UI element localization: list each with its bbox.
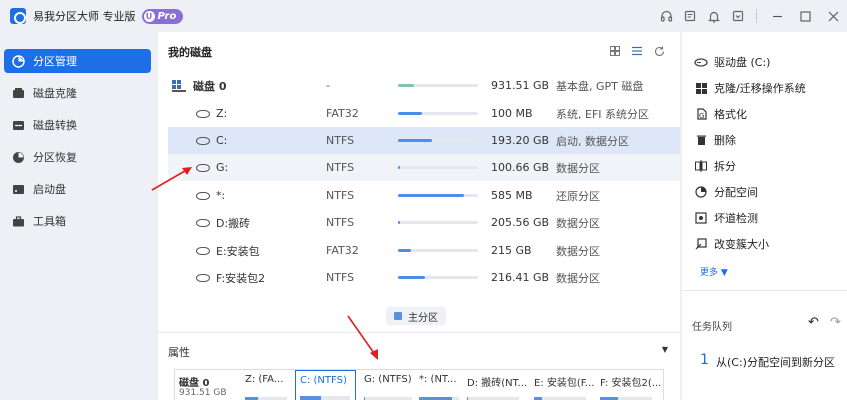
partition-row[interactable]: G: NTFS 100.66 GB 数据分区 (168, 154, 680, 181)
op-clone-os[interactable]: 克隆/迁移操作系统 (694, 79, 806, 97)
pro-badge: U Pro (141, 8, 184, 24)
op-allocate-space[interactable]: 分配空间 (694, 183, 758, 201)
boot-disk-icon (11, 182, 25, 196)
selected-drive-header: 驱动盘 (C:) (694, 53, 770, 71)
usage-bar (398, 84, 478, 87)
op-split[interactable]: 拆分 (694, 157, 736, 175)
drive-icon (196, 191, 210, 200)
annotation-arrow-icon (151, 167, 192, 191)
sidebar-item-boot-disk[interactable]: 启动盘 (4, 177, 151, 201)
app-title: 易我分区大师 专业版 (33, 10, 136, 23)
maximize-button[interactable] (791, 0, 819, 32)
disk-map-cell-selected[interactable]: C: (NTFS) (295, 370, 356, 400)
usage-bar (398, 112, 478, 115)
headset-icon[interactable] (654, 0, 678, 32)
disk-row[interactable]: 磁盘 0 - 931.51 GB 基本盘, GPT 磁盘 (168, 72, 680, 99)
disk-map-cell[interactable]: D: 搬砖(NT... (463, 370, 527, 400)
main-panel: 我的磁盘 磁盘 0 - 931.51 GB 基本盘, GPT 磁盘 Z: FAT… (158, 32, 680, 400)
usage-bar (398, 276, 478, 279)
partition-row-selected[interactable]: C: NTFS 193.20 GB 启动, 数据分区 (168, 127, 680, 154)
operations-panel: 驱动盘 (C:) 克隆/迁移操作系统 G 格式化 删除 拆分 分配空间 坏道检测… (682, 32, 847, 400)
disk-map: 磁盘 0 931.51 GB Z: (FA... C: (NTFS) G: (N… (174, 369, 664, 400)
format-icon: G (694, 108, 708, 120)
disk-map-cell[interactable]: 磁盘 0 931.51 GB (175, 370, 239, 400)
usage-bar (398, 194, 478, 197)
drive-icon (196, 218, 210, 227)
bell-icon[interactable] (702, 0, 726, 32)
usage-bar (398, 139, 478, 142)
disk-clone-icon (11, 86, 25, 100)
sidebar: 分区管理 磁盘克隆 磁盘转换 分区恢复 启动盘 工具箱 (0, 32, 156, 400)
usage-bar (398, 221, 478, 224)
split-icon (694, 160, 708, 172)
op-delete[interactable]: 删除 (694, 131, 736, 149)
legend-swatch (394, 312, 402, 320)
feedback-icon[interactable] (678, 0, 702, 32)
usage-bar (398, 166, 478, 169)
sidebar-item-partition-manage[interactable]: 分区管理 (4, 49, 151, 73)
disk-icon (172, 79, 186, 92)
drive-icon (196, 246, 210, 255)
partition-row[interactable]: *: NTFS 585 MB 还原分区 (168, 182, 680, 209)
op-bad-sector-scan[interactable]: 坏道检测 (694, 209, 758, 227)
trash-icon (694, 134, 708, 146)
partition-row[interactable]: Z: FAT32 100 MB 系统, EFI 系统分区 (168, 100, 680, 127)
drive-icon (196, 109, 210, 118)
drive-icon (196, 273, 210, 282)
page-title: 我的磁盘 (168, 46, 212, 59)
partition-row[interactable]: E:安装包 FAT32 215 GB 数据分区 (168, 237, 680, 264)
redo-icon[interactable]: ↷ (830, 315, 841, 330)
sidebar-item-disk-convert[interactable]: 磁盘转换 (4, 113, 151, 137)
minimize-button[interactable] (763, 0, 791, 32)
sidebar-item-toolbox[interactable]: 工具箱 (4, 209, 151, 233)
drive-icon (196, 163, 210, 172)
recover-icon (11, 150, 25, 164)
toolbox-icon (11, 214, 25, 228)
task-item[interactable]: 从(C:)分配空间到新分区 (716, 354, 835, 370)
refresh-icon[interactable] (648, 42, 670, 60)
download-icon[interactable] (726, 0, 750, 32)
allocate-icon (694, 186, 708, 198)
op-change-cluster-size[interactable]: 改变簇大小 (694, 235, 769, 253)
svg-text:G: G (699, 112, 704, 120)
disk-convert-icon (11, 118, 25, 132)
drive-icon (196, 136, 210, 145)
partition-row[interactable]: F:安装包2 NTFS 216.41 GB 数据分区 (168, 264, 680, 291)
list-view-icon[interactable] (626, 42, 648, 60)
undo-icon[interactable]: ↶ (808, 315, 819, 330)
caret-down-icon[interactable]: ▼ (662, 345, 668, 354)
properties-label: 属性 (168, 346, 190, 359)
task-number: 1 (700, 352, 709, 368)
partition-row[interactable]: D:搬砖 NTFS 205.56 GB 数据分区 (168, 209, 680, 236)
cluster-icon (694, 238, 708, 250)
disk-map-cell[interactable]: Z: (FA... (241, 370, 301, 400)
sidebar-item-partition-recover[interactable]: 分区恢复 (4, 145, 151, 169)
legend-primary-partition: 主分区 (386, 307, 446, 325)
usage-bar (398, 249, 478, 252)
task-queue-label: 任务队列 (692, 322, 732, 333)
more-operations-link[interactable]: 更多 ▼ (700, 265, 728, 278)
app-logo-icon (10, 8, 26, 24)
disk-map-cell[interactable]: F: 安装包2(... (596, 370, 664, 400)
windows-icon (694, 82, 708, 94)
disk-map-cell[interactable]: E: 安装包(F... (530, 370, 594, 400)
close-button[interactable] (819, 0, 847, 32)
pie-chart-icon (11, 54, 25, 68)
grid-view-icon[interactable] (604, 42, 626, 60)
disk-map-cell[interactable]: G: (NTFS) (360, 370, 420, 400)
sidebar-item-disk-clone[interactable]: 磁盘克隆 (4, 81, 151, 105)
title-bar: 易我分区大师 专业版 U Pro (0, 0, 847, 32)
drive-icon (694, 57, 708, 67)
op-format[interactable]: G 格式化 (694, 105, 747, 123)
annotation-arrow-icon (347, 315, 378, 360)
scan-icon (694, 212, 708, 224)
